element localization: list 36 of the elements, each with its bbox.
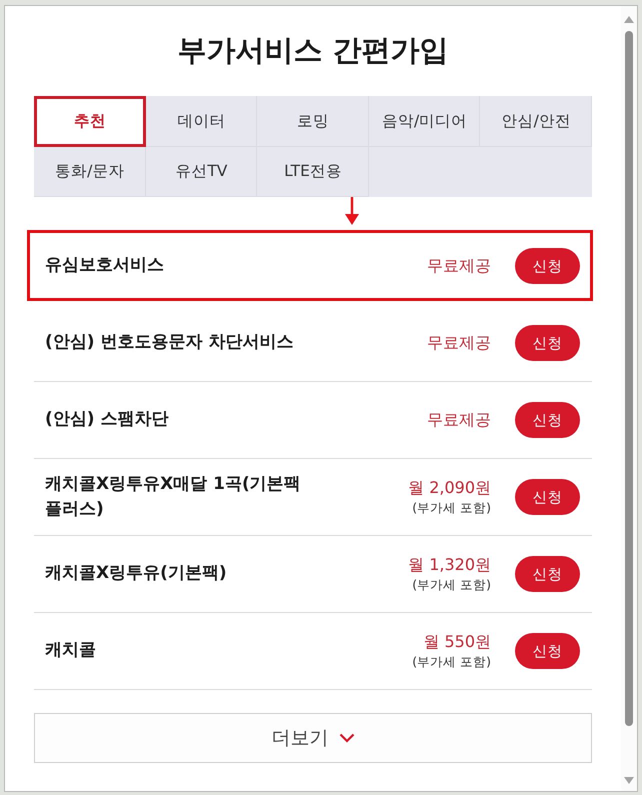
vat-note: (부가세 포함) (412, 576, 491, 594)
vat-note: (부가세 포함) (412, 653, 491, 671)
service-name: 유심보호서비스 (45, 254, 164, 278)
service-name: 캐치콜 (45, 639, 96, 662)
service-name: (안심) 스팸차단 (45, 408, 168, 432)
scroll-up-icon[interactable] (624, 16, 634, 23)
tab[interactable]: 로밍 (257, 96, 369, 146)
scrollbar-thumb[interactable] (625, 31, 633, 726)
scrollbar-track[interactable] (621, 6, 637, 791)
tab[interactable]: 유선TV (146, 146, 258, 197)
price-text: 무료제공 (427, 255, 491, 277)
price-text: 월 2,090원 (408, 477, 491, 499)
dialog-title: 부가서비스 간편가입 (177, 32, 449, 69)
price-text: 무료제공 (427, 332, 491, 354)
tab[interactable]: 데이터 (146, 96, 258, 146)
scroll-down-icon[interactable] (624, 777, 634, 784)
price-text: 월 1,320원 (408, 554, 491, 576)
chevron-down-icon (338, 733, 354, 743)
tab[interactable]: 통화/문자 (34, 146, 146, 197)
tab[interactable]: 안심/안전 (480, 96, 592, 146)
apply-button[interactable]: 신청 (515, 248, 580, 284)
apply-button[interactable]: 신청 (515, 556, 580, 592)
apply-button[interactable]: 신청 (515, 633, 580, 669)
service-name: 캐치콜X링투유(기본팩) (45, 562, 227, 586)
more-button[interactable]: 더보기 (34, 713, 592, 763)
service-name: 캐치콜X링투유X매달 1곡(기본팩 플러스) (45, 472, 302, 521)
tab[interactable]: LTE전용 (257, 146, 369, 197)
apply-button[interactable]: 신청 (515, 479, 580, 515)
service-name: (안심) 번호도용문자 차단서비스 (45, 331, 294, 354)
vat-note: (부가세 포함) (412, 499, 491, 517)
price-text: 무료제공 (427, 409, 491, 431)
price-text: 월 550원 (423, 631, 491, 653)
apply-button[interactable]: 신청 (515, 325, 580, 361)
tab[interactable]: 추천 (34, 96, 146, 146)
tab[interactable]: 음악/미디어 (368, 96, 480, 146)
apply-button[interactable]: 신청 (515, 402, 580, 438)
